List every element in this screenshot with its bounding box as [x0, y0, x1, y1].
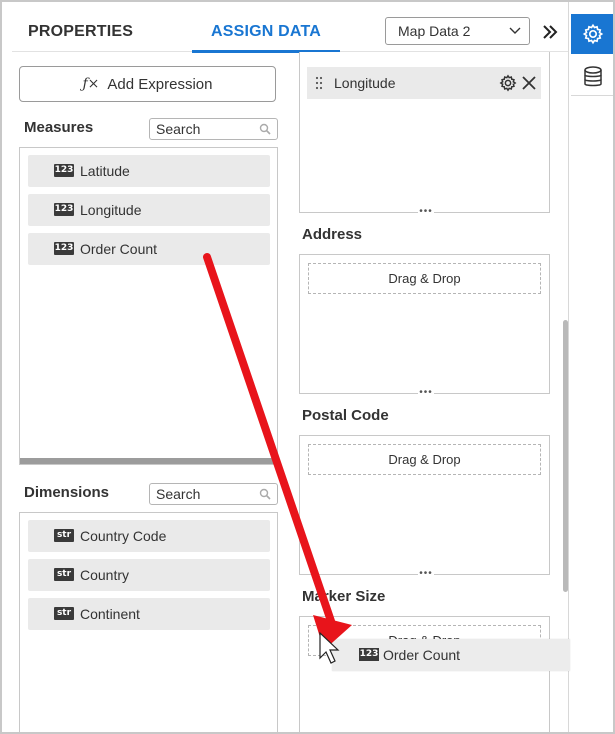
datasource-selected-value: Map Data 2 [398, 23, 471, 39]
tab-properties[interactable]: PROPERTIES [28, 2, 133, 52]
list-item[interactable]: str Continent [28, 598, 270, 630]
datasource-dropdown[interactable]: Map Data 2 [385, 17, 530, 45]
list-item[interactable]: 123 Latitude [28, 155, 270, 187]
numeric-type-icon: 123 [54, 164, 74, 177]
field-label: Latitude [80, 163, 130, 179]
drag-ghost-label: Order Count [383, 647, 461, 663]
postal-code-title: Postal Code [302, 407, 389, 424]
gear-icon[interactable] [499, 74, 517, 92]
address-well[interactable]: Drag & Drop ••• [299, 254, 550, 398]
properties-panel: PROPERTIES ASSIGN DATA Map Data 2 ƒ× Add… [0, 0, 615, 734]
list-item[interactable]: 123 Longitude [28, 194, 270, 226]
string-type-icon: str [54, 607, 74, 620]
string-type-icon: str [54, 568, 74, 581]
measures-search-input[interactable]: Search [149, 118, 278, 140]
search-icon [259, 488, 271, 500]
list-item[interactable]: str Country [28, 559, 270, 591]
drag-ghost: 123 Order Count [332, 639, 570, 671]
close-icon[interactable] [521, 75, 537, 91]
string-type-icon: str [54, 529, 74, 542]
horizontal-scrollbar[interactable] [20, 458, 277, 464]
postal-code-well[interactable]: Drag & Drop ••• [299, 435, 550, 579]
field-label: Country Code [80, 528, 167, 544]
data-source-rail-button[interactable] [571, 58, 613, 96]
assigned-field[interactable]: Longitude [307, 67, 541, 99]
vertical-scrollbar[interactable] [563, 320, 568, 592]
marker-longitude-well[interactable]: Longitude ••• [299, 52, 550, 217]
resize-handle[interactable]: ••• [418, 207, 434, 217]
marker-size-well[interactable]: Drag & Drop [299, 616, 550, 732]
field-label: Continent [80, 606, 140, 622]
dimensions-search-input[interactable]: Search [149, 483, 278, 505]
field-label: Order Count [80, 241, 158, 257]
numeric-type-icon: 123 [54, 242, 74, 255]
chevron-down-icon [509, 27, 521, 34]
numeric-type-icon: 123 [54, 203, 74, 216]
field-label: Country [80, 567, 130, 583]
double-chevron-right-icon[interactable] [540, 22, 560, 42]
assigned-field-label: Longitude [334, 75, 396, 91]
field-label: Longitude [80, 202, 142, 218]
panel-header: PROPERTIES ASSIGN DATA Map Data 2 [12, 2, 568, 53]
dimensions-list: str Country Code str Country str Contine… [19, 512, 278, 732]
dimensions-title: Dimensions [24, 484, 110, 501]
resize-handle[interactable]: ••• [418, 569, 434, 579]
function-icon: ƒ× [82, 76, 100, 92]
tab-assign-data[interactable]: ASSIGN DATA [192, 2, 340, 53]
settings-rail-button[interactable] [571, 14, 613, 54]
side-rail [568, 2, 613, 732]
resize-handle[interactable]: ••• [418, 388, 434, 398]
dimensions-search-placeholder: Search [156, 486, 201, 502]
add-expression-label: Add Expression [107, 75, 213, 93]
numeric-type-icon: 123 [359, 648, 379, 661]
grip-icon[interactable] [315, 76, 323, 90]
measures-list: 123 Latitude 123 Longitude 123 Order Cou… [19, 147, 278, 465]
drop-zone[interactable]: Drag & Drop [308, 444, 541, 475]
database-icon [584, 65, 602, 86]
add-expression-button[interactable]: ƒ× Add Expression [19, 66, 276, 102]
measures-search-placeholder: Search [156, 121, 201, 137]
gear-icon [582, 23, 604, 45]
list-item[interactable]: str Country Code [28, 520, 270, 552]
marker-size-title: Marker Size [302, 588, 386, 605]
drop-zone[interactable]: Drag & Drop [308, 263, 541, 294]
list-item[interactable]: 123 Order Count [28, 233, 270, 265]
search-icon [259, 123, 271, 135]
measures-title: Measures [24, 119, 94, 136]
address-title: Address [302, 226, 363, 243]
